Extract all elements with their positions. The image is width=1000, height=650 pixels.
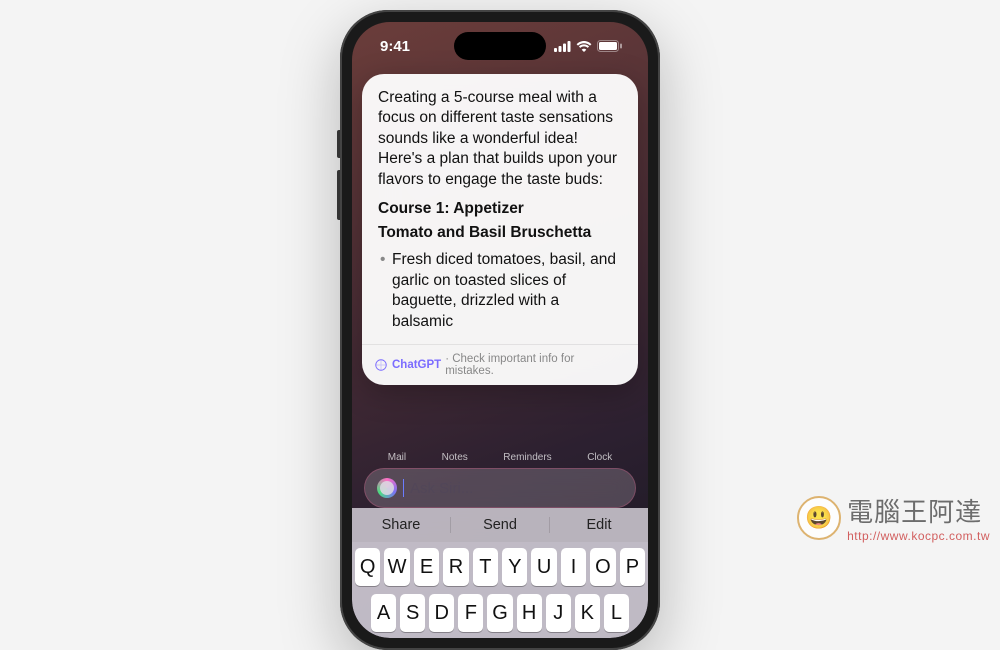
course-heading: Course 1: Appetizer: [378, 200, 622, 218]
response-bullet: Fresh diced tomatoes, basil, and garlic …: [392, 250, 622, 332]
suggestion-edit[interactable]: Edit: [549, 517, 648, 533]
watermark-url: http://www.kocpc.com.tw: [847, 529, 990, 543]
dock-label[interactable]: Notes: [442, 452, 468, 463]
key-f[interactable]: F: [458, 594, 483, 632]
key-p[interactable]: P: [620, 548, 645, 586]
key-w[interactable]: W: [384, 548, 409, 586]
dynamic-island: [454, 32, 546, 60]
text-cursor: [403, 479, 404, 497]
response-source-footer: ChatGPT · Check important info for mista…: [362, 344, 638, 385]
siri-orb-icon: [377, 478, 397, 498]
key-i[interactable]: I: [561, 548, 586, 586]
key-o[interactable]: O: [590, 548, 615, 586]
suggestion-send[interactable]: Send: [450, 517, 549, 533]
siri-placeholder: Ask Siri...: [410, 480, 473, 497]
battery-icon: [597, 40, 622, 52]
keyboard: Q W E R T Y U I O P A S D F G H J K L: [352, 542, 648, 638]
key-g[interactable]: G: [487, 594, 512, 632]
wifi-icon: [576, 41, 592, 52]
source-note: · Check important info for mistakes.: [445, 353, 626, 377]
watermark: 😃 電腦王阿達 http://www.kocpc.com.tw: [797, 492, 990, 543]
key-r[interactable]: R: [443, 548, 468, 586]
dock-label[interactable]: Reminders: [503, 452, 551, 463]
key-q[interactable]: Q: [355, 548, 380, 586]
key-h[interactable]: H: [517, 594, 542, 632]
key-s[interactable]: S: [400, 594, 425, 632]
phone-frame: 9:41 Creating a 5-course meal with a foc…: [340, 10, 660, 650]
source-name: ChatGPT: [392, 359, 441, 371]
chatgpt-icon: [374, 358, 388, 372]
dock-label[interactable]: Clock: [587, 452, 612, 463]
key-e[interactable]: E: [414, 548, 439, 586]
status-time: 9:41: [380, 38, 410, 55]
dock-labels: Mail Notes Reminders Clock: [352, 452, 648, 463]
watermark-title: 電腦王阿達: [847, 492, 990, 529]
siri-input[interactable]: Ask Siri...: [364, 468, 636, 508]
key-l[interactable]: L: [604, 594, 629, 632]
response-list: Fresh diced tomatoes, basil, and garlic …: [378, 250, 622, 332]
keyboard-row-1: Q W E R T Y U I O P: [355, 548, 645, 586]
response-intro: Creating a 5-course meal with a focus on…: [378, 88, 622, 190]
cellular-icon: [554, 41, 571, 52]
suggestion-bar: Share Send Edit: [352, 508, 648, 542]
key-d[interactable]: D: [429, 594, 454, 632]
key-y[interactable]: Y: [502, 548, 527, 586]
siri-response-card[interactable]: Creating a 5-course meal with a focus on…: [362, 74, 638, 385]
key-a[interactable]: A: [371, 594, 396, 632]
key-j[interactable]: J: [546, 594, 571, 632]
dish-heading: Tomato and Basil Bruschetta: [378, 224, 622, 242]
key-t[interactable]: T: [473, 548, 498, 586]
key-k[interactable]: K: [575, 594, 600, 632]
suggestion-share[interactable]: Share: [352, 517, 450, 533]
phone-screen: 9:41 Creating a 5-course meal with a foc…: [352, 22, 648, 638]
status-icons: [554, 40, 622, 52]
dock-label[interactable]: Mail: [388, 452, 406, 463]
key-u[interactable]: U: [531, 548, 556, 586]
watermark-logo-icon: 😃: [797, 496, 841, 540]
keyboard-row-2: A S D F G H J K L: [355, 594, 645, 632]
